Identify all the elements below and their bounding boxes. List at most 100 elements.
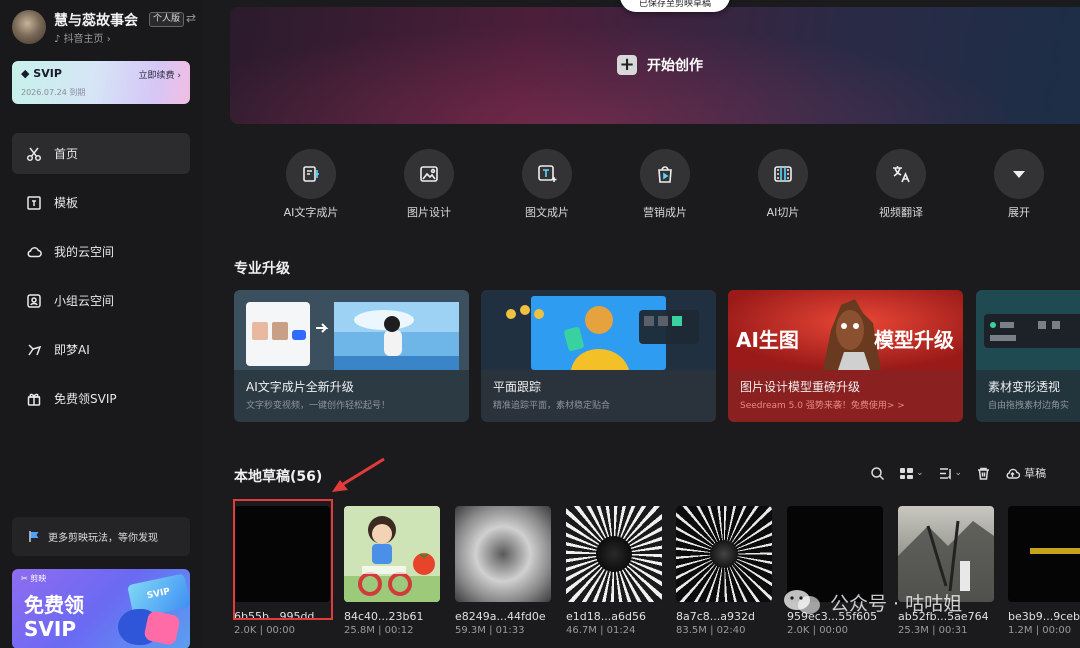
image-design-icon xyxy=(420,166,438,182)
draft-item[interactable]: 959ec3...55f605 2.0K | 00:00 xyxy=(787,506,883,636)
draft-item[interactable]: e1d18...a6d56 46.7M | 01:24 xyxy=(566,506,662,636)
toast-message: 已保存至剪映草稿 xyxy=(620,0,730,12)
more-features-label: 更多剪映玩法，等你发现 xyxy=(48,533,158,544)
free-svip-promo[interactable]: ✂ 剪映 免费领SVIP SVIP xyxy=(12,569,190,648)
tool-label: 视频翻译 xyxy=(879,206,923,219)
draft-name: e8249a...44fd0e xyxy=(455,610,546,623)
card-material-perspective[interactable]: 素材变形透视 自由拖拽素材边角实 xyxy=(976,290,1080,422)
svip-logo: ◆ SVIP xyxy=(21,67,62,80)
gift-icon xyxy=(27,393,41,406)
card-ai-text-video[interactable]: AI文字成片全新升级 文字秒变视频，一键创作轻松起号！ xyxy=(234,290,469,422)
chevron-down-icon: ⌄ xyxy=(954,468,963,478)
ai-text-video-icon xyxy=(303,166,319,182)
tool-video-translate[interactable]: 视频翻译 xyxy=(842,149,960,220)
draft-name: 8a7c8...a932d xyxy=(676,610,755,623)
tool-label: AI切片 xyxy=(766,206,800,219)
delete-button[interactable] xyxy=(976,466,991,481)
renew-label: 立即续费 xyxy=(138,71,175,81)
tool-marketing-video[interactable]: 营销成片 xyxy=(606,149,724,220)
tool-label: AI文字成片 xyxy=(283,206,339,219)
feature-cards: AI文字成片全新升级 文字秒变视频，一键创作轻松起号！ 平面跟踪 精准追踪平面，… xyxy=(234,290,1080,422)
card-subtitle: 精准追踪平面，素材稳定贴合 xyxy=(493,401,611,411)
card-overlay-right: 模型升级 xyxy=(874,328,954,352)
wechat-icon xyxy=(784,590,820,614)
local-drafts-title: 本地草稿(56) xyxy=(234,469,323,485)
draft-thumbnail-art xyxy=(344,506,440,602)
edition-badge: 个人版 xyxy=(149,12,185,27)
tool-label: 营销成片 xyxy=(643,206,687,219)
card-planar-tracking[interactable]: 平面跟踪 精准追踪平面，素材稳定贴合 xyxy=(481,290,716,422)
more-features-bar[interactable]: 更多剪映玩法，等你发现 xyxy=(12,517,190,556)
card-title: 图片设计模型重磅升级 xyxy=(740,380,861,394)
quick-tools: AI文字成片 图片设计 图文成片 营销成片 AI切片 视频翻译 展开 xyxy=(230,149,1080,219)
profile[interactable]: 慧与蕊故事会 个人版 ⇄ ♪ 抖音主页 › xyxy=(12,10,197,50)
expand-icon xyxy=(1013,171,1025,178)
tool-ai-text-video[interactable]: AI文字成片 xyxy=(252,149,370,220)
tool-ai-slice[interactable]: AI切片 xyxy=(724,149,842,220)
draft-item[interactable]: e8249a...44fd0e 59.3M | 01:33 xyxy=(455,506,551,636)
ai-slice-icon xyxy=(774,166,792,182)
sidebar-item-home[interactable]: 首页 xyxy=(12,133,190,174)
tool-image-design[interactable]: 图片设计 xyxy=(370,149,488,220)
sidebar-item-dream-ai[interactable]: 即梦AI xyxy=(12,329,190,370)
draft-name: be3b9...9ceb xyxy=(1008,610,1080,623)
cloud-icon xyxy=(1006,468,1021,479)
cloud-icon xyxy=(27,246,42,257)
annotation-arrow xyxy=(332,457,385,492)
sidebar-item-free-svip[interactable]: 免费领SVIP xyxy=(12,378,190,419)
draft-meta: 83.5M | 02:40 xyxy=(676,625,746,636)
start-creating-button[interactable]: + 开始创作 xyxy=(617,55,703,75)
card-subtitle: 文字秒变视频，一键创作轻松起号！ xyxy=(246,401,391,411)
tool-label: 图片设计 xyxy=(407,206,451,219)
drafts-grid: 6b55b...995dd 2.0K | 00:00 84c40...23b61… xyxy=(234,506,1080,648)
tool-image-text-video[interactable]: 图文成片 xyxy=(488,149,606,220)
renew-button[interactable]: 立即续费 › xyxy=(139,68,181,81)
draft-item[interactable]: 84c40...23b61 25.8M | 00:12 xyxy=(344,506,440,636)
avatar[interactable] xyxy=(12,10,46,44)
marketing-bag-icon xyxy=(658,166,672,183)
draft-thumbnail[interactable] xyxy=(344,506,440,602)
draft-thumbnail[interactable] xyxy=(566,506,662,602)
draft-item[interactable]: ab52fb...5ae764 25.3M | 00:31 xyxy=(898,506,994,636)
card-image-design-upgrade[interactable]: AI生图 模型升级 图片设计模型重磅升级 Seedream 5.0 强势来袭！免… xyxy=(728,290,963,422)
draft-name: 84c40...23b61 xyxy=(344,610,424,623)
svip-logo-text: SVIP xyxy=(33,67,62,80)
gift-graphic xyxy=(143,610,181,646)
sidebar-item-label: 模板 xyxy=(54,196,79,210)
grid-view-icon xyxy=(900,467,913,479)
cloud-drafts-button[interactable]: 草稿 xyxy=(1005,465,1046,481)
sort-button[interactable]: ⌄ xyxy=(938,466,963,481)
sort-icon xyxy=(939,467,951,480)
draft-item[interactable]: 8a7c8...a932d 83.5M | 02:40 xyxy=(676,506,772,636)
draft-meta: 1.2M | 00:00 xyxy=(1008,625,1072,636)
draft-thumbnail[interactable] xyxy=(1008,506,1080,602)
watermark-text: 公众号 · 咕咕姐 xyxy=(830,592,963,615)
draft-meta: 25.8M | 00:12 xyxy=(344,625,414,636)
sidebar-item-my-cloud[interactable]: 我的云空间 xyxy=(12,231,190,272)
draft-item[interactable]: be3b9...9ceb 1.2M | 00:00 xyxy=(1008,506,1080,636)
draft-thumbnail[interactable] xyxy=(455,506,551,602)
douyin-home-link[interactable]: ♪ 抖音主页 › xyxy=(54,30,111,45)
svip-card[interactable]: ◆ SVIP 立即续费 › 2026.07.24 到期 xyxy=(12,61,190,104)
card-image xyxy=(976,290,1080,370)
template-icon xyxy=(27,195,41,210)
switch-account-icon[interactable]: ⇄ xyxy=(186,11,196,25)
draft-thumbnail[interactable] xyxy=(676,506,772,602)
start-creating-banner[interactable]: + 开始创作 xyxy=(230,7,1080,124)
start-creating-label: 开始创作 xyxy=(647,58,703,74)
promo-brand-text: 剪映 xyxy=(30,574,47,583)
chevron-down-icon: ⌄ xyxy=(916,468,924,478)
translate-icon xyxy=(893,166,910,183)
drafts-toolbar: ⌄ ⌄ 草稿 xyxy=(870,463,1060,483)
sidebar-item-label: 我的云空间 xyxy=(54,245,115,259)
search-button[interactable] xyxy=(870,466,885,481)
card-title: AI文字成片全新升级 xyxy=(246,380,354,394)
draft-meta: 2.0K | 00:00 xyxy=(787,625,849,636)
scissors-icon xyxy=(26,147,42,161)
sidebar-item-templates[interactable]: 模板 xyxy=(12,182,190,223)
sidebar-item-group-cloud[interactable]: 小组云空间 xyxy=(12,280,190,321)
view-mode-button[interactable]: ⌄ xyxy=(899,466,924,481)
promo-headline: 免费领SVIP xyxy=(24,593,84,641)
card-title: 平面跟踪 xyxy=(493,380,542,394)
tool-expand[interactable]: 展开 xyxy=(960,149,1078,220)
